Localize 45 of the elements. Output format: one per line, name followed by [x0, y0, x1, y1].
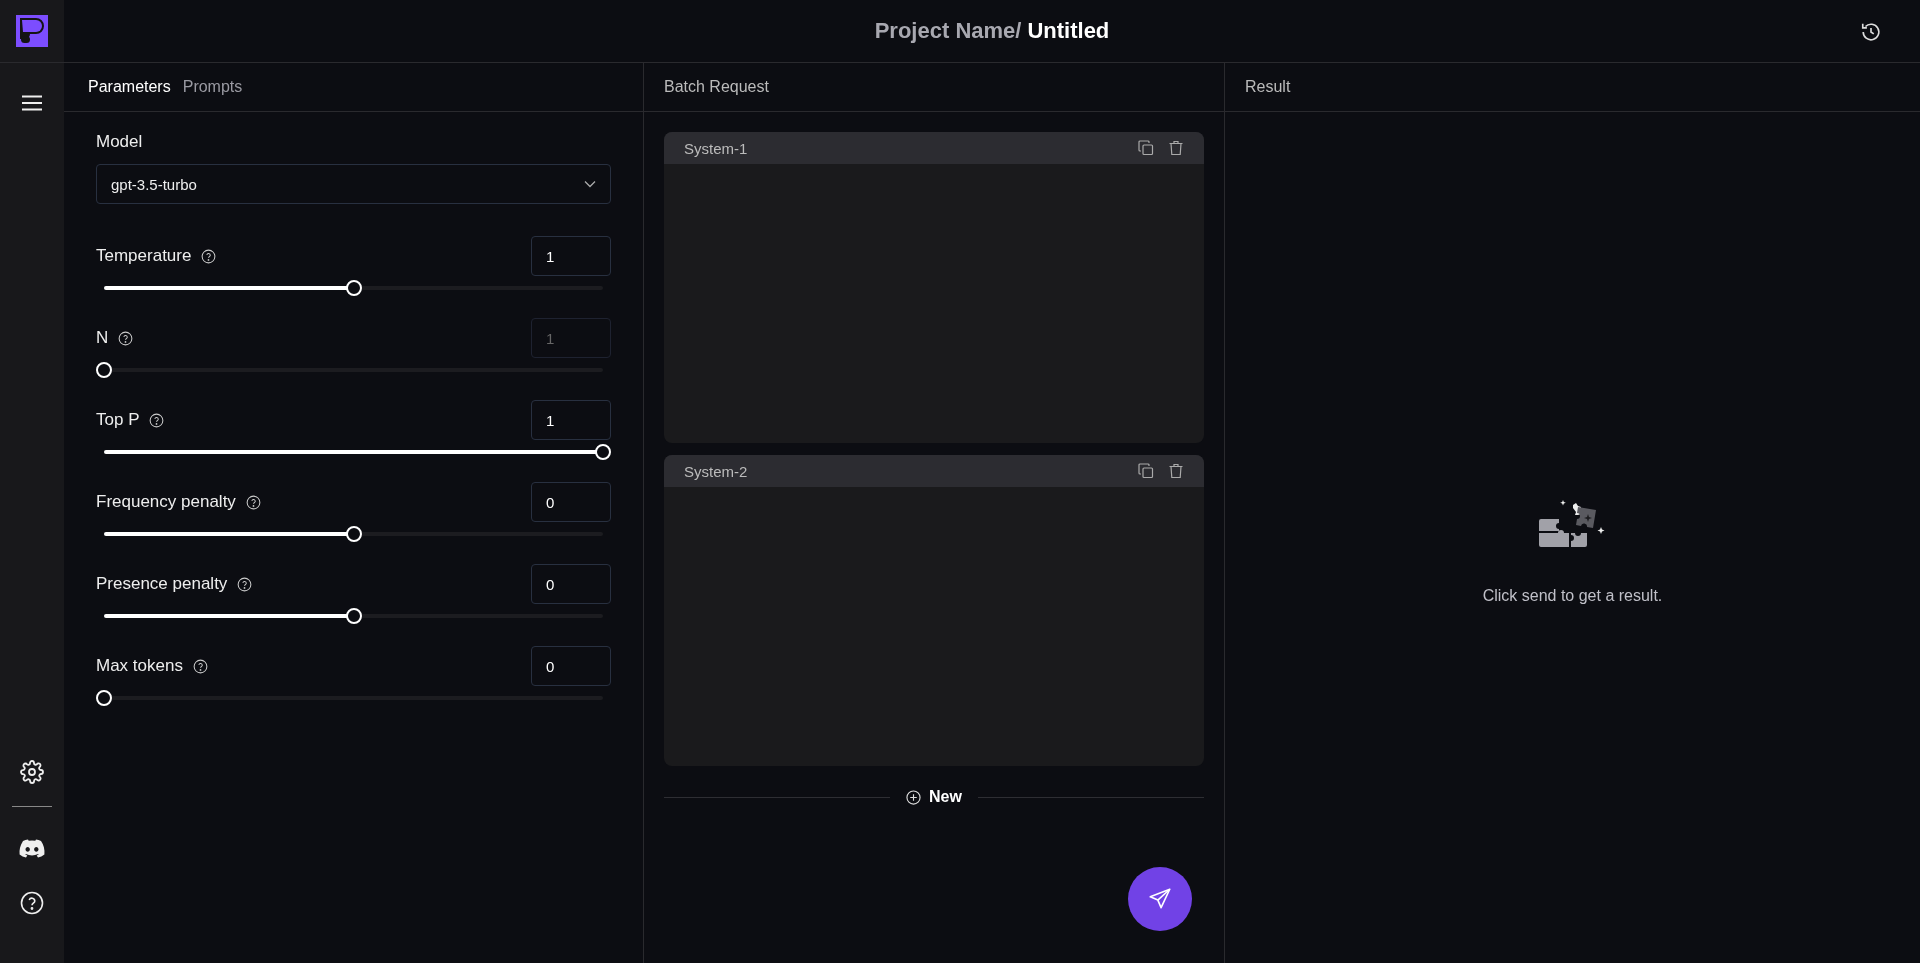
help-icon[interactable] [237, 576, 253, 592]
trash-icon[interactable] [1168, 140, 1184, 156]
number-input[interactable]: 0 [531, 646, 611, 686]
slider-thumb[interactable] [96, 690, 112, 706]
empty-state-text: Click send to get a result. [1482, 587, 1663, 605]
panel-title: Result [1245, 78, 1291, 96]
settings-icon[interactable] [20, 760, 44, 784]
number-input[interactable]: 1 [531, 400, 611, 440]
field-label: Model [96, 132, 144, 152]
help-icon[interactable] [118, 330, 134, 346]
copy-icon[interactable] [1138, 463, 1154, 479]
slider-thumb[interactable] [345, 608, 362, 624]
plus-circle-icon [906, 789, 922, 805]
model-select[interactable]: gpt-3.5-turbo [96, 164, 611, 204]
slider-thumb[interactable] [595, 444, 611, 460]
help-icon[interactable] [192, 658, 208, 674]
history-icon[interactable] [1860, 21, 1882, 43]
field-label: Presence penalty [96, 574, 228, 594]
number-input[interactable]: 0 [531, 482, 611, 522]
panel-tab[interactable]: Prompts [178, 78, 247, 96]
trash-icon[interactable] [1168, 463, 1184, 479]
field-label: Max tokens [96, 656, 183, 676]
field-label: Temperature [96, 246, 192, 266]
field-label: N [96, 328, 109, 348]
number-input[interactable]: 0 [531, 564, 611, 604]
panel-tab[interactable]: Parameters [84, 78, 175, 96]
chat-controller-icon[interactable] [19, 839, 45, 859]
help-icon[interactable] [201, 248, 217, 264]
slider-thumb[interactable] [345, 280, 362, 296]
field-label: Top P [96, 410, 140, 430]
project-name: Project Name/ [874, 18, 1022, 43]
logo-icon[interactable] [16, 15, 48, 47]
panel-title: Batch Request [664, 78, 769, 96]
card-title: System-1 [684, 139, 748, 157]
project-title: Untitled [1027, 18, 1110, 43]
help-icon[interactable] [245, 494, 261, 510]
chevron-down-icon [584, 180, 596, 188]
copy-icon[interactable] [1138, 140, 1154, 156]
menu-icon[interactable] [21, 95, 43, 111]
slider-thumb[interactable] [345, 526, 362, 542]
number-input[interactable]: 1 [531, 236, 611, 276]
field-label: Frequency penalty [96, 492, 236, 512]
card-title: System-2 [684, 462, 748, 480]
new-button[interactable]: New [890, 788, 978, 806]
help-icon[interactable] [149, 412, 165, 428]
